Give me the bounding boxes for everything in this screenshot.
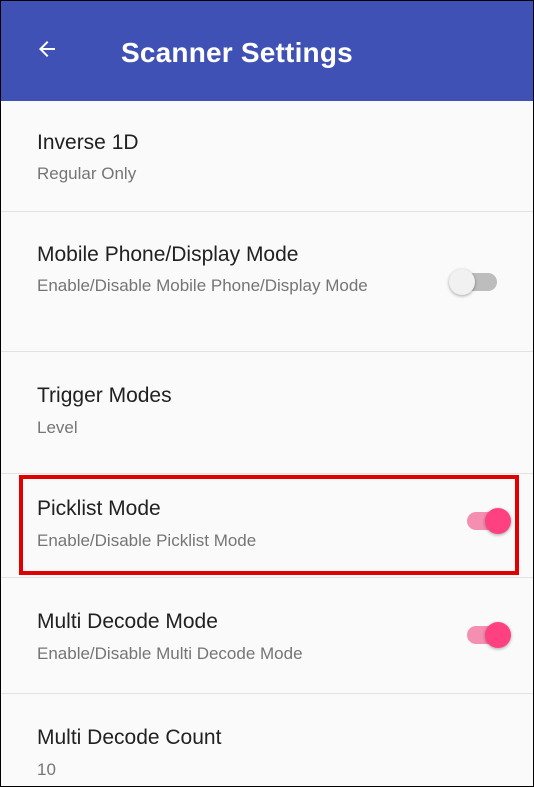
setting-subtitle: 10 [37,760,56,779]
setting-row-inverse-1d[interactable]: Inverse 1D Regular Only [1,101,533,212]
page-title: Scanner Settings [121,37,353,68]
setting-subtitle: Regular Only [37,164,137,183]
screen-frame: Scanner Settings Inverse 1D Regular Only… [0,0,534,787]
toggle-thumb [485,508,511,534]
toggle-thumb [485,622,511,648]
mobile-phone-display-mode-toggle[interactable] [447,263,503,299]
setting-row-mobile-phone-display-mode[interactable]: Mobile Phone/Display Mode Enable/Disable… [1,212,533,352]
setting-row-trigger-modes[interactable]: Trigger Modes Level [1,352,533,474]
setting-title: Mobile Phone/Display Mode [37,243,299,266]
setting-title: Multi Decode Mode [37,610,218,633]
setting-subtitle: Enable/Disable Picklist Mode [37,531,257,550]
setting-row-multi-decode-count[interactable]: Multi Decode Count 10 [1,694,533,786]
app-bar: Scanner Settings [1,1,533,101]
toggle-thumb [449,269,475,295]
setting-row-multi-decode-mode[interactable]: Multi Decode Mode Enable/Disable Multi D… [1,578,533,694]
setting-subtitle: Enable/Disable Mobile Phone/Display Mode [37,276,368,295]
setting-title: Inverse 1D [37,131,139,154]
setting-title: Multi Decode Count [37,726,222,749]
setting-row-picklist-mode[interactable]: Picklist Mode Enable/Disable Picklist Mo… [1,474,533,578]
arrow-left-icon [35,37,59,66]
setting-title: Trigger Modes [37,384,172,407]
setting-subtitle: Level [37,418,78,437]
picklist-mode-toggle[interactable] [457,502,513,538]
setting-title: Picklist Mode [37,497,161,520]
multi-decode-mode-toggle[interactable] [457,616,513,652]
setting-subtitle: Enable/Disable Multi Decode Mode [37,644,303,663]
back-button[interactable] [31,37,63,65]
